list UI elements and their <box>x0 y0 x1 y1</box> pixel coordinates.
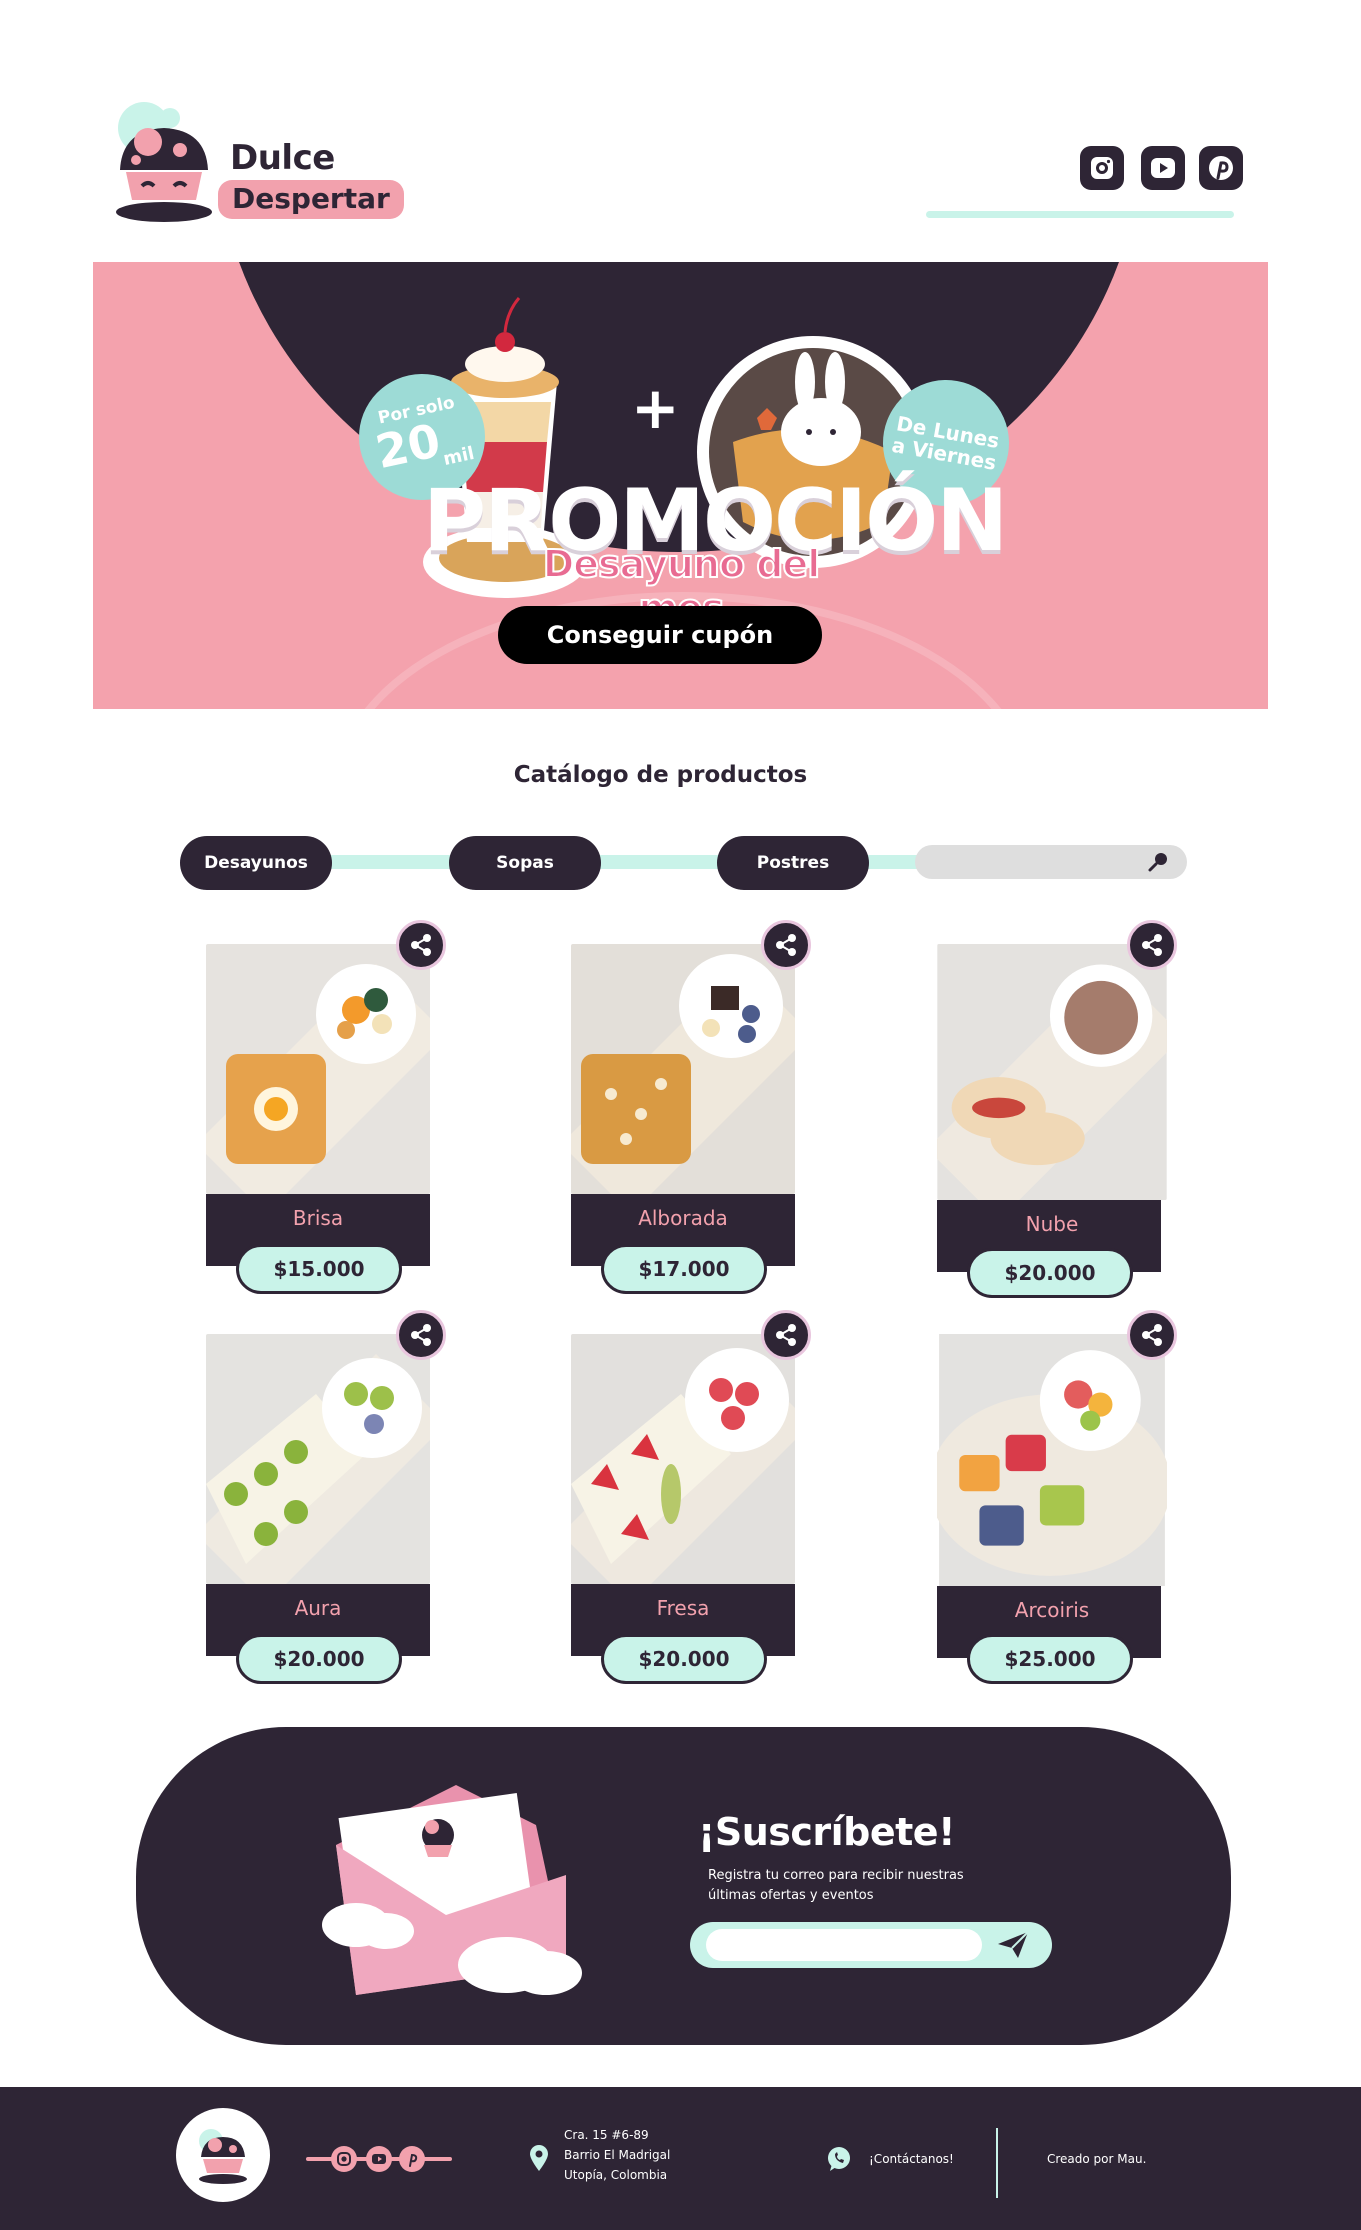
search-icon[interactable] <box>1146 850 1170 874</box>
footer-credit: Creado por Mau. <box>1047 2152 1147 2166</box>
product-price[interactable]: $17.000 <box>601 1244 767 1294</box>
share-button[interactable] <box>396 920 446 970</box>
footer-address: Cra. 15 #6-89 Barrio El Madrigal Utopía,… <box>564 2126 670 2185</box>
product-image <box>571 944 795 1194</box>
address-line: Utopía, Colombia <box>564 2167 668 2182</box>
address-line: Barrio El Madrigal <box>564 2147 671 2162</box>
product-image <box>206 944 430 1194</box>
envelope-illustration <box>322 1785 582 1995</box>
product-price[interactable]: $20.000 <box>967 1248 1133 1298</box>
instagram-button[interactable] <box>1080 146 1124 190</box>
share-button[interactable] <box>1127 920 1177 970</box>
pinterest-icon <box>1209 156 1233 180</box>
product-name: Nube <box>1025 1212 1079 1236</box>
product-name: Alborada <box>638 1206 728 1230</box>
footer-divider <box>996 2128 998 2198</box>
product-price[interactable]: $15.000 <box>236 1244 402 1294</box>
product-card-aura[interactable]: Aura $20.000 <box>206 1310 446 1684</box>
whatsapp-icon[interactable] <box>826 2146 852 2172</box>
product-name: Brisa <box>292 1206 344 1230</box>
product-price[interactable]: $20.000 <box>601 1634 767 1684</box>
product-card-fresa[interactable]: Fresa $20.000 <box>571 1310 811 1684</box>
product-name: Arcoiris <box>1014 1598 1090 1622</box>
product-name: Fresa <box>656 1596 710 1620</box>
send-icon[interactable] <box>996 1930 1030 1960</box>
footer-pinterest-button[interactable] <box>399 2146 425 2172</box>
product-card-alborada[interactable]: Alborada $17.000 <box>571 920 811 1294</box>
footer-logo[interactable] <box>176 2108 270 2202</box>
get-coupon-button[interactable]: Conseguir cupón <box>498 606 822 664</box>
share-icon <box>411 1324 431 1346</box>
pinterest-icon <box>409 2153 418 2167</box>
youtube-button[interactable] <box>1141 146 1185 190</box>
brand-name: Dulce <box>230 138 335 178</box>
share-button[interactable] <box>761 1310 811 1360</box>
instagram-icon <box>337 2152 351 2166</box>
category-postres[interactable]: Postres <box>717 836 869 890</box>
share-button[interactable] <box>1127 1310 1177 1360</box>
brand-mark-icon <box>199 2129 247 2184</box>
youtube-icon <box>1151 158 1175 178</box>
share-icon <box>776 934 796 956</box>
product-price[interactable]: $20.000 <box>236 1634 402 1684</box>
category-desayunos[interactable]: Desayunos <box>180 836 332 890</box>
contact-link[interactable]: ¡Contáctanos! <box>869 2152 954 2166</box>
product-image <box>937 1334 1167 1586</box>
footer-instagram-button[interactable] <box>331 2146 357 2172</box>
header-divider <box>926 211 1234 218</box>
instagram-icon <box>1091 157 1113 179</box>
badge-price: 20 <box>371 412 445 479</box>
youtube-icon <box>372 2154 386 2164</box>
product-image <box>571 1334 795 1584</box>
newsletter-title: ¡Suscríbete! <box>698 1810 955 1854</box>
badge-unit: mil <box>441 442 477 470</box>
product-price[interactable]: $25.000 <box>967 1634 1133 1684</box>
plus-sign: + <box>631 374 680 442</box>
email-input[interactable] <box>706 1929 982 1961</box>
product-name: Aura <box>294 1596 342 1620</box>
product-card-brisa[interactable]: Brisa $15.000 <box>206 920 446 1294</box>
share-button[interactable] <box>761 920 811 970</box>
product-card-nube[interactable]: Nube $20.000 <box>937 920 1177 1298</box>
address-line: Cra. 15 #6-89 <box>564 2128 649 2142</box>
category-sopas[interactable]: Sopas <box>449 836 601 890</box>
promo-banner: + Por solo 20mil De Lunes a Viernes PROM… <box>93 262 1268 709</box>
share-icon <box>1142 1324 1162 1346</box>
brand-subname: Despertar <box>218 180 404 219</box>
newsletter-text: Registra tu correo para recibir nuestras… <box>708 1868 964 1904</box>
catalog-title: Catálogo de productos <box>513 762 808 788</box>
share-icon <box>776 1324 796 1346</box>
product-card-arcoiris[interactable]: Arcoiris $25.000 <box>937 1310 1177 1684</box>
share-button[interactable] <box>396 1310 446 1360</box>
footer-youtube-button[interactable] <box>366 2146 392 2172</box>
product-image <box>937 944 1167 1200</box>
product-image <box>206 1334 430 1584</box>
share-icon <box>411 934 431 956</box>
pinterest-button[interactable] <box>1199 146 1243 190</box>
location-pin-icon <box>530 2145 548 2171</box>
share-icon <box>1142 934 1162 956</box>
